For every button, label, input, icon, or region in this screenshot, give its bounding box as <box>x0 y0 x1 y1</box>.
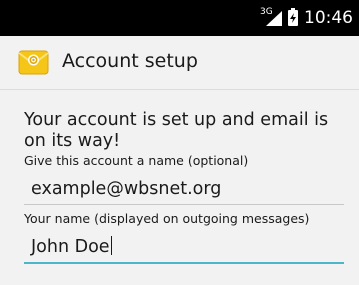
status-icons: 3G 10:46 <box>260 0 353 36</box>
signal-icon: 3G <box>260 8 282 28</box>
status-bar: 3G 10:46 <box>0 0 359 36</box>
account-setup-form: Your account is set up and email is on i… <box>24 110 344 264</box>
action-bar: Account setup <box>0 36 359 90</box>
email-app-icon[interactable] <box>18 47 49 78</box>
your-name-label: Your name (displayed on outgoing message… <box>24 211 310 226</box>
account-name-value: example@wbsnet.org <box>31 179 222 199</box>
setup-complete-message: Your account is set up and email is on i… <box>24 110 329 151</box>
your-name-field[interactable]: John Doe <box>24 232 344 264</box>
status-time: 10:46 <box>304 8 353 28</box>
your-name-value: John Doe <box>31 237 110 257</box>
account-name-label: Give this account a name (optional) <box>24 153 249 168</box>
account-name-field[interactable]: example@wbsnet.org <box>24 174 344 205</box>
battery-charging-icon <box>288 8 298 26</box>
text-cursor <box>110 236 112 255</box>
page-title: Account setup <box>62 50 198 72</box>
